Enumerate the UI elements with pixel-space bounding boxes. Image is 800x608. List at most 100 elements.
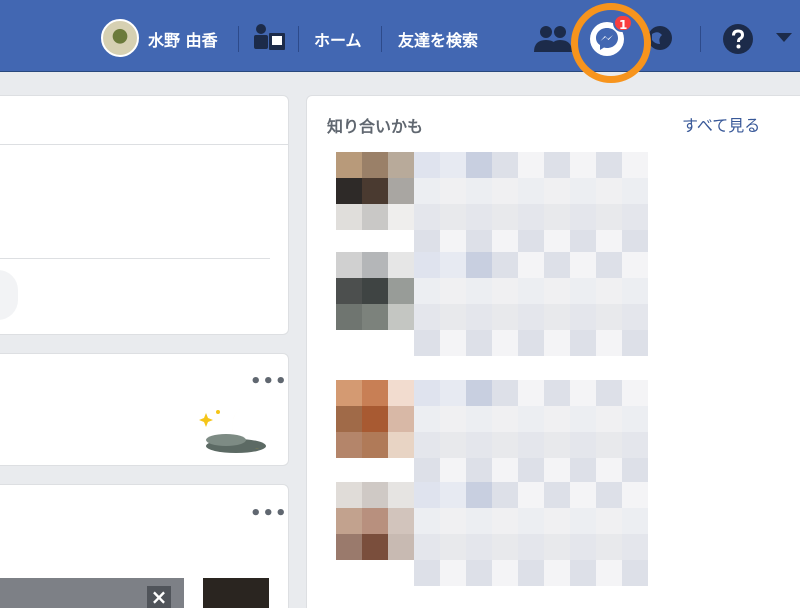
blurred-text-tile [492, 252, 518, 278]
blurred-text-tile [466, 152, 492, 178]
divider [700, 26, 701, 52]
blurred-text-tile [544, 508, 570, 534]
blurred-avatar-tile [362, 304, 388, 330]
blurred-text-tile [570, 178, 596, 204]
blurred-text-tile [492, 380, 518, 406]
post-composer-card [0, 95, 289, 335]
blurred-text-tile [570, 330, 596, 356]
blurred-text-tile [440, 304, 466, 330]
blurred-text-tile [596, 458, 622, 484]
blurred-text-tile [622, 152, 648, 178]
blurred-text-tile [518, 152, 544, 178]
blurred-avatar-tile [336, 432, 362, 458]
blurred-text-tile [596, 534, 622, 560]
blurred-text-tile [622, 252, 648, 278]
blurred-text-tile [544, 304, 570, 330]
blurred-text-tile [414, 406, 440, 432]
divider [381, 26, 382, 52]
help-icon[interactable] [722, 23, 754, 55]
blurred-text-tile [440, 152, 466, 178]
blurred-text-tile [518, 278, 544, 304]
blurred-text-tile [414, 380, 440, 406]
blurred-text-tile [466, 178, 492, 204]
blurred-avatar-tile [388, 508, 414, 534]
blurred-text-tile [596, 204, 622, 230]
home-link[interactable]: ホーム [314, 27, 362, 51]
blurred-text-tile [596, 278, 622, 304]
blurred-avatar-tile [362, 380, 388, 406]
blurred-text-tile [414, 560, 440, 586]
blurred-avatar-tile [388, 534, 414, 560]
blurred-avatar-tile [388, 252, 414, 278]
blurred-text-tile [414, 432, 440, 458]
blurred-text-tile [518, 560, 544, 586]
blurred-text-tile [622, 204, 648, 230]
blurred-text-tile [570, 380, 596, 406]
blurred-text-tile [492, 560, 518, 586]
blurred-text-tile [518, 178, 544, 204]
blurred-text-tile [544, 152, 570, 178]
blurred-text-tile [440, 432, 466, 458]
blurred-avatar-tile [388, 204, 414, 230]
blurred-text-tile [596, 330, 622, 356]
blurred-avatar-tile [388, 406, 414, 432]
divider [0, 258, 270, 259]
blurred-text-tile [466, 204, 492, 230]
blurred-text-tile [596, 178, 622, 204]
blurred-avatar-tile [362, 432, 388, 458]
more-options-icon[interactable]: ••• [250, 503, 288, 524]
blurred-text-tile [544, 178, 570, 204]
profile-name-link[interactable]: 水野 由香 [148, 27, 218, 51]
blurred-avatar-tile [388, 152, 414, 178]
blurred-text-tile [492, 508, 518, 534]
blurred-text-tile [466, 406, 492, 432]
create-icon[interactable] [251, 22, 287, 52]
blurred-text-tile [622, 278, 648, 304]
friend-requests-icon[interactable] [534, 24, 572, 54]
close-icon[interactable]: × [147, 586, 171, 608]
blurred-text-tile [596, 380, 622, 406]
blurred-text-tile [440, 278, 466, 304]
blurred-text-tile [492, 458, 518, 484]
blurred-text-tile [622, 508, 648, 534]
blurred-text-tile [570, 152, 596, 178]
blurred-text-tile [570, 482, 596, 508]
blurred-text-tile [492, 204, 518, 230]
blurred-text-tile [622, 406, 648, 432]
blurred-text-tile [544, 278, 570, 304]
blurred-text-tile [544, 204, 570, 230]
avatar[interactable] [101, 19, 139, 57]
blurred-text-tile [622, 304, 648, 330]
find-friends-link[interactable]: 友達を検索 [398, 27, 478, 51]
blurred-text-tile [492, 178, 518, 204]
blurred-text-tile [570, 278, 596, 304]
blurred-text-tile [622, 178, 648, 204]
more-options-icon[interactable]: ••• [250, 371, 288, 392]
blurred-text-tile [596, 252, 622, 278]
blurred-avatar-tile [362, 152, 388, 178]
see-all-link[interactable]: すべて見る [682, 112, 760, 136]
blurred-text-tile [492, 152, 518, 178]
blurred-text-tile [492, 534, 518, 560]
blurred-text-tile [596, 482, 622, 508]
blurred-text-tile [466, 380, 492, 406]
blurred-text-tile [518, 458, 544, 484]
blurred-avatar-tile [388, 178, 414, 204]
blurred-avatar-tile [388, 432, 414, 458]
blurred-avatar-tile [362, 278, 388, 304]
blurred-text-tile [622, 560, 648, 586]
blurred-text-tile [596, 406, 622, 432]
blurred-text-tile [414, 304, 440, 330]
blurred-text-tile [544, 560, 570, 586]
blurred-text-tile [414, 152, 440, 178]
blurred-text-tile [440, 330, 466, 356]
blurred-avatar-tile [336, 482, 362, 508]
blurred-text-tile [622, 380, 648, 406]
blurred-text-tile [596, 304, 622, 330]
blurred-text-tile [466, 330, 492, 356]
blurred-text-tile [518, 508, 544, 534]
blurred-text-tile [570, 432, 596, 458]
account-menu-chevron-down-icon[interactable] [776, 33, 792, 43]
blurred-text-tile [492, 482, 518, 508]
blurred-text-tile [440, 252, 466, 278]
